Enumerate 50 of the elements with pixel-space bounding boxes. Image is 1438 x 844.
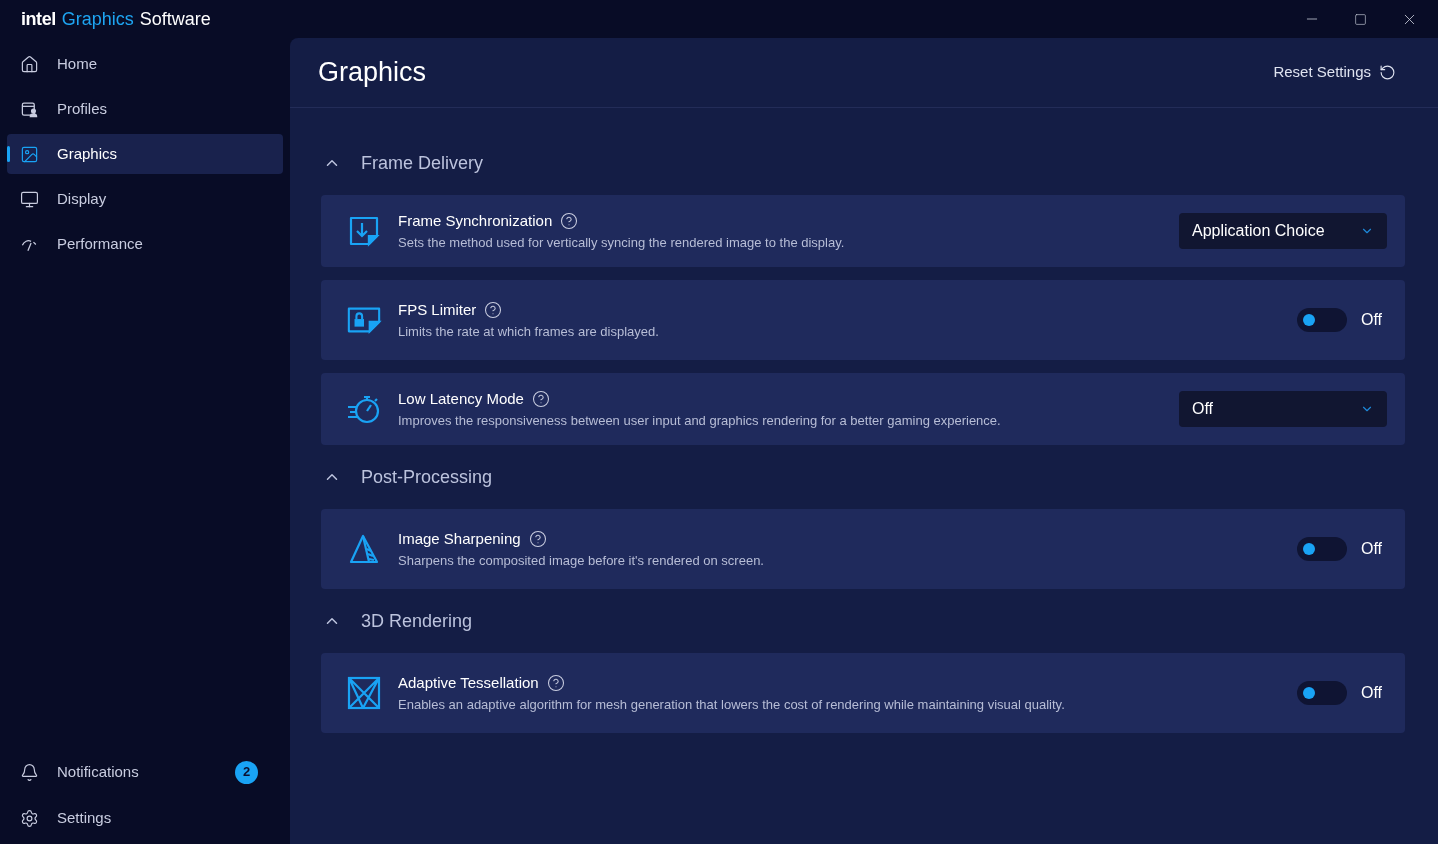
help-icon[interactable]: [560, 212, 579, 231]
bell-icon: [20, 762, 39, 782]
picture-icon: [20, 144, 39, 164]
nav-item[interactable]: Settings: [20, 806, 112, 830]
setting-title: FPS Limiter: [398, 300, 477, 320]
lock-frame-icon: [346, 305, 382, 335]
setting-description: Sets the method used for vertically syncing the rendered image to the display.: [398, 233, 845, 252]
settings-icon: [20, 808, 39, 828]
dropdown[interactable]: Application Choice: [1179, 213, 1387, 249]
brand-logo: intel: [21, 7, 56, 31]
app-title: Graphics: [61, 7, 134, 31]
section-header[interactable]: 3D Rendering: [321, 596, 1405, 646]
nav-item[interactable]: Profiles: [7, 89, 283, 129]
monitor-icon: [20, 189, 39, 209]
setting-title: Adaptive Tessellation: [398, 673, 539, 693]
section-header[interactable]: Post-Processing: [321, 452, 1405, 502]
toggle-switch[interactable]: [1297, 308, 1347, 332]
setting-description: Improves the responsiveness between user input and graphics rendering for a better gaming experience.: [398, 411, 1001, 430]
nav-item[interactable]: Display: [7, 179, 283, 219]
reset-icon: [1379, 64, 1396, 81]
mesh-icon: [347, 676, 381, 710]
nav-item[interactable]: Performance: [7, 224, 283, 264]
toggle-state: Off: [1361, 683, 1384, 703]
setting-title: Frame Synchronization: [398, 211, 553, 231]
nav-item[interactable]: Home: [7, 44, 283, 84]
setting-title: Low Latency Mode: [398, 389, 524, 409]
nav-item[interactable]: Graphics: [7, 134, 283, 174]
notification-count: 2: [235, 760, 258, 784]
toggle-switch[interactable]: [1297, 681, 1347, 705]
nav-item[interactable]: Notifications: [20, 760, 139, 784]
toggle-switch[interactable]: [1297, 537, 1347, 561]
app-title: Software: [139, 7, 211, 31]
home-icon: [20, 54, 39, 74]
dropdown[interactable]: Off: [1179, 391, 1387, 427]
setting-description: Enables an adaptive algorithm for mesh generation that lowers the cost of rendering while maintaining visual quality.: [398, 695, 1065, 714]
setting-description: Sharpens the composited image before it's rendered on screen.: [398, 551, 764, 570]
page-title: Graphics: [318, 56, 427, 90]
pyramid-icon: [348, 533, 380, 565]
help-icon[interactable]: [531, 390, 550, 409]
download-page-icon: [347, 214, 381, 248]
toggle-state: Off: [1361, 539, 1384, 559]
section-header[interactable]: Frame Delivery: [321, 138, 1405, 188]
maximize-icon[interactable]: [1354, 12, 1367, 26]
setting-title: Image Sharpening: [398, 529, 521, 549]
setting-description: Limits the rate at which frames are displayed.: [398, 322, 659, 341]
reset-settings-button[interactable]: Reset Settings: [1273, 61, 1396, 84]
help-icon[interactable]: [528, 530, 547, 549]
toggle-state: Off: [1361, 310, 1384, 330]
help-icon[interactable]: [546, 674, 565, 693]
help-icon[interactable]: [484, 301, 503, 320]
